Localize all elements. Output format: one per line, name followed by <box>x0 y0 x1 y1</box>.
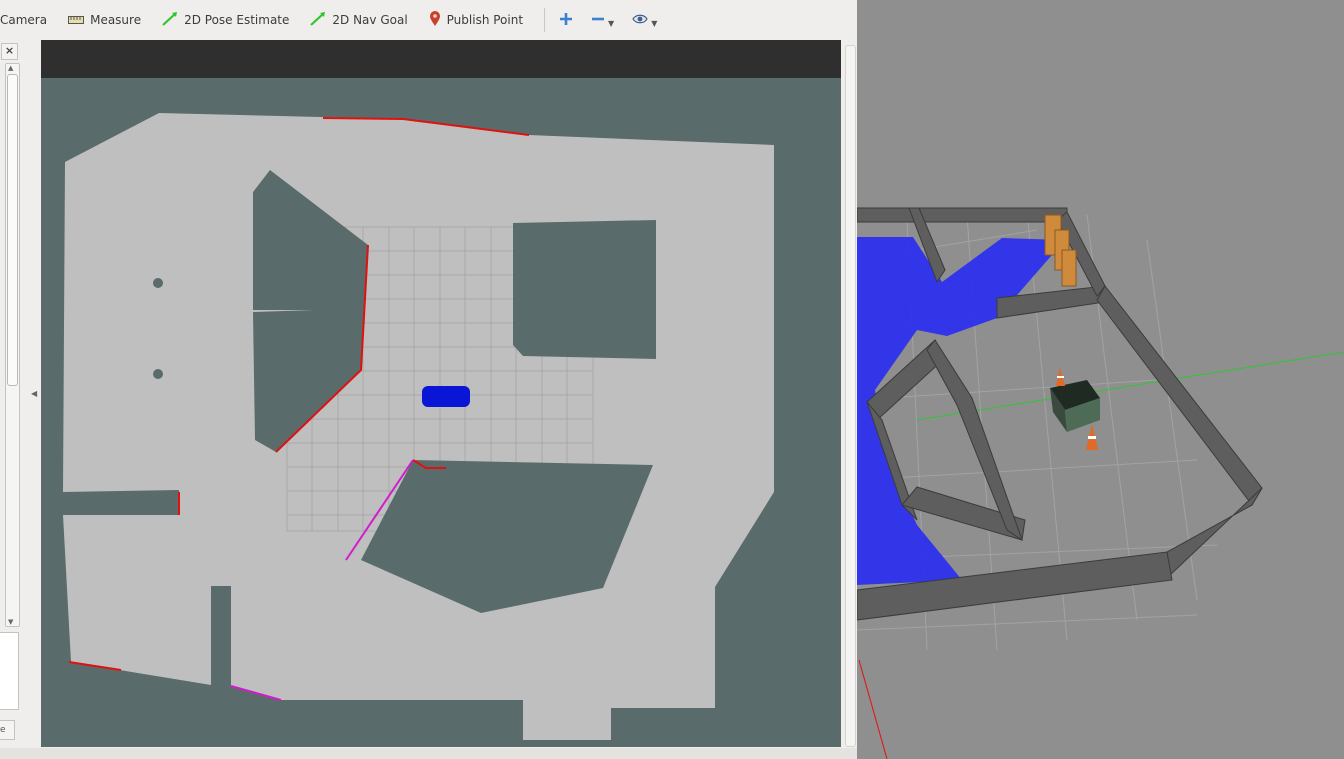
gazebo-3d-view[interactable] <box>857 0 1344 759</box>
rviz-3d-viewport[interactable] <box>41 40 841 747</box>
scroll-down-icon[interactable]: ▼ <box>8 618 13 626</box>
scrollbar-thumb[interactable] <box>7 74 18 386</box>
gazebo-scene <box>857 0 1344 759</box>
plus-icon <box>559 12 573 29</box>
tool-camera[interactable]: Camera <box>0 7 47 33</box>
tool-2d-pose-estimate[interactable]: 2D Pose Estimate <box>162 7 289 33</box>
panel-text-area[interactable] <box>0 632 19 710</box>
rviz-toolbar: Camera Measure 2D Pose Estimate 2D Nav G… <box>0 0 857 40</box>
rviz-window: Camera Measure 2D Pose Estimate 2D Nav G… <box>0 0 858 759</box>
green-arrow-icon <box>310 11 326 29</box>
tool-measure-label: Measure <box>90 13 142 27</box>
map-pin-icon <box>429 10 441 30</box>
tool-measure[interactable]: Measure <box>68 7 141 33</box>
collapse-left-arrow-icon[interactable]: ◀ <box>31 389 37 398</box>
chevron-down-icon: ▼ <box>651 18 658 28</box>
view-options-button[interactable]: ▼ <box>632 13 657 28</box>
free-space-area <box>63 113 774 740</box>
tool-2d-pose-estimate-label: 2D Pose Estimate <box>184 13 290 27</box>
obstacle-small-dot <box>153 278 163 288</box>
ruler-icon <box>68 13 85 27</box>
eye-icon <box>632 13 648 28</box>
tool-publish-point[interactable]: Publish Point <box>429 7 523 33</box>
displays-panel: × ▲ ▼ e <box>0 40 20 759</box>
status-strip <box>0 748 857 759</box>
panel-scrollbar[interactable]: ▲ ▼ <box>5 63 20 627</box>
add-tool-button[interactable] <box>559 12 573 29</box>
chevron-down-icon: ▼ <box>608 18 615 28</box>
panel-small-button[interactable]: e <box>0 720 15 740</box>
minus-icon <box>591 12 605 29</box>
obstacle-right-block <box>513 220 656 359</box>
tool-2d-nav-goal[interactable]: 2D Nav Goal <box>310 7 408 33</box>
scroll-up-icon[interactable]: ▲ <box>8 64 13 72</box>
right-panel-scrollbar[interactable] <box>845 45 856 747</box>
tool-camera-label: Camera <box>0 13 48 27</box>
toolbar-separator <box>544 8 546 32</box>
tool-publish-point-label: Publish Point <box>446 13 524 27</box>
occupancy-map <box>63 113 774 740</box>
tool-2d-nav-goal-label: 2D Nav Goal <box>332 13 408 27</box>
wall <box>857 207 1068 223</box>
green-arrow-icon <box>162 11 178 29</box>
obstacle-small-dot <box>153 369 163 379</box>
close-panel-button[interactable]: × <box>1 43 18 60</box>
robot-footprint <box>422 386 470 407</box>
remove-tool-button[interactable]: ▼ <box>591 12 614 29</box>
